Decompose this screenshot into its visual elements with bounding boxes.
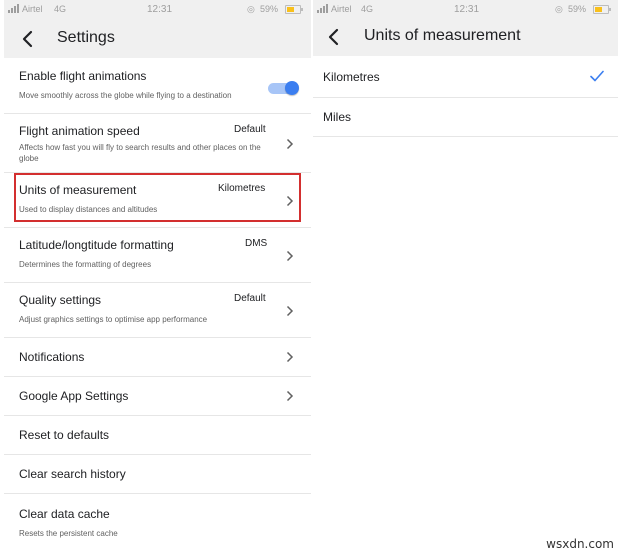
app-bar: Units of measurement: [313, 16, 618, 56]
check-icon: [590, 70, 604, 82]
setting-title: Enable flight animations: [19, 69, 147, 83]
battery-percent: 59%: [568, 4, 587, 14]
option-label: Kilometres: [323, 70, 380, 84]
network-label: 4G: [361, 4, 374, 14]
option-kilometres[interactable]: Kilometres: [313, 56, 618, 97]
setting-value: Default: [234, 293, 266, 304]
back-arrow-icon[interactable]: [18, 29, 38, 49]
chevron-right-icon: [286, 250, 294, 262]
watermark: wsxdn.com: [546, 537, 614, 551]
setting-subtitle: Resets the persistent cache: [19, 529, 118, 538]
chevron-right-icon: [286, 390, 294, 402]
app-bar: Settings: [4, 18, 311, 58]
setting-title: Reset to defaults: [19, 428, 110, 442]
setting-reset-defaults[interactable]: Reset to defaults: [4, 416, 311, 454]
setting-notifications[interactable]: Notifications: [4, 338, 311, 376]
page-title: Units of measurement: [364, 27, 521, 44]
network-label: 4G: [54, 4, 67, 14]
setting-clear-history[interactable]: Clear search history: [4, 455, 311, 493]
chevron-right-icon: [286, 305, 294, 317]
status-bar: Airtel 4G 12:31 ◎ 59%: [4, 0, 311, 18]
alarm-icon: ◎: [247, 4, 255, 14]
chevron-right-icon: [286, 138, 294, 150]
battery-percent: 59%: [260, 4, 279, 14]
setting-title: Latitude/longtitude formatting: [19, 238, 174, 252]
alarm-icon: ◎: [555, 4, 563, 14]
back-arrow-icon[interactable]: [324, 27, 344, 47]
setting-subtitle: Adjust graphics settings to optimise app…: [19, 315, 208, 324]
settings-screen: Airtel 4G 12:31 ◎ 59% Settings Enable fl…: [4, 0, 311, 554]
signal-icon: [8, 4, 22, 13]
option-miles[interactable]: Miles: [313, 98, 618, 136]
flight-animations-toggle[interactable]: [268, 81, 299, 95]
setting-title: Quality settings: [19, 293, 102, 307]
chevron-right-icon: [286, 351, 294, 363]
highlight-box: [14, 173, 301, 222]
units-screen: Airtel 4G 12:31 ◎ 59% Units of measureme…: [313, 0, 618, 554]
carrier-label: Airtel: [22, 4, 43, 14]
setting-value: DMS: [245, 238, 268, 249]
setting-quality[interactable]: Quality settings Default Adjust graphics…: [4, 283, 311, 337]
carrier-label: Airtel: [331, 4, 352, 14]
signal-icon: [317, 4, 331, 13]
setting-flight-animations[interactable]: Enable flight animations Move smoothly a…: [4, 58, 311, 113]
setting-value: Default: [234, 124, 266, 135]
setting-title: Notifications: [19, 350, 85, 364]
setting-title: Google App Settings: [19, 389, 129, 403]
setting-subtitle: Affects how fast you will fly to search …: [19, 143, 261, 163]
setting-title: Flight animation speed: [19, 124, 140, 138]
battery-icon: [593, 5, 611, 14]
setting-flight-speed[interactable]: Flight animation speed Default Affects h…: [4, 114, 311, 172]
divider: [313, 136, 618, 137]
clock: 12:31: [454, 4, 480, 15]
setting-google-app[interactable]: Google App Settings: [4, 377, 311, 415]
page-title: Settings: [57, 29, 115, 46]
option-label: Miles: [323, 110, 352, 124]
clock: 12:31: [147, 4, 173, 15]
setting-latlong-format[interactable]: Latitude/longtitude formatting DMS Deter…: [4, 228, 311, 282]
setting-subtitle: Move smoothly across the globe while fly…: [19, 91, 232, 100]
setting-clear-cache[interactable]: Clear data cache Resets the persistent c…: [4, 494, 311, 548]
setting-title: Clear search history: [19, 467, 126, 481]
setting-subtitle: Determines the formatting of degrees: [19, 260, 152, 269]
battery-icon: [285, 5, 303, 14]
setting-title: Clear data cache: [19, 507, 110, 521]
